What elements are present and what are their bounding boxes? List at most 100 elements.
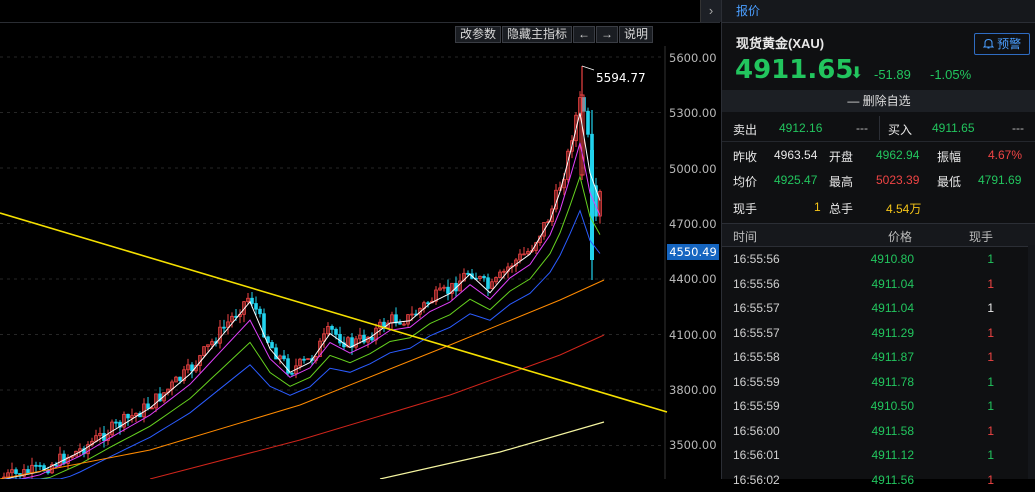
trendline (0, 213, 667, 412)
y-axis-label: 5300.00 (669, 106, 717, 120)
tick-volume: 1 (987, 424, 994, 438)
tick-row: 16:55:564911.041 (722, 272, 1035, 297)
tick-time: 16:55:58 (733, 350, 780, 364)
change-params-button[interactable]: 改参数 (455, 26, 501, 43)
candle-body (427, 303, 430, 304)
tick-volume: 1 (987, 252, 994, 266)
amplitude-label: 振幅 (937, 148, 961, 165)
tick-time: 16:55:57 (733, 326, 780, 340)
y-axis-label: 4700.00 (669, 217, 717, 231)
remove-favorite-label: 删除自选 (863, 94, 911, 108)
open-value: 4962.94 (876, 148, 919, 162)
tick-price: 4911.04 (872, 277, 915, 291)
chart-toolbar: 改参数 隐藏主指标 ← → 说明 (455, 26, 653, 43)
tab-quote[interactable]: 报价 (722, 0, 774, 22)
candle-body (283, 356, 286, 359)
ma250-line (380, 422, 604, 479)
bell-icon (983, 37, 997, 51)
tick-volume: 1 (987, 448, 994, 462)
tick-time: 16:55:59 (733, 375, 780, 389)
ticks-header-price: 价格 (888, 228, 912, 245)
ma5-line (0, 113, 600, 479)
prev-close-value: 4963.54 (774, 148, 817, 162)
low-label: 最低 (937, 173, 961, 190)
y-axis-label: 5600.00 (669, 51, 717, 65)
tick-price: 4911.04 (872, 301, 915, 315)
y-axis-label: 3800.00 (669, 383, 717, 397)
ma10-line (0, 143, 600, 479)
tick-row: 16:55:594910.501 (722, 394, 1035, 419)
buy-price: 4911.65 (932, 121, 975, 135)
candle-body (303, 359, 306, 360)
y-axis-label: 5000.00 (669, 162, 717, 176)
low-value: 4791.69 (978, 173, 1021, 187)
tick-price: 4911.58 (872, 424, 915, 438)
tick-row: 16:55:574911.291 (722, 321, 1035, 346)
open-label: 开盘 (829, 148, 853, 165)
tick-time: 16:55:56 (733, 252, 780, 266)
sell-volume: --- (856, 121, 868, 135)
peak-marker-line (582, 66, 594, 70)
remove-favorite-button[interactable]: — 删除自选 (722, 90, 1035, 112)
avg-label: 均价 (733, 173, 757, 190)
candle-body (255, 304, 258, 310)
help-button[interactable]: 说明 (619, 26, 653, 43)
tick-time: 16:55:57 (733, 301, 780, 315)
next-arrow-button[interactable]: → (596, 26, 618, 43)
alert-button[interactable]: 预警 (974, 33, 1030, 55)
buy-label: 买入 (888, 121, 912, 138)
candle-body (331, 326, 334, 329)
tick-time: 16:55:56 (733, 277, 780, 291)
cur-vol-label: 现手 (733, 200, 757, 217)
candle-body (27, 469, 30, 473)
tick-price: 4911.56 (872, 473, 915, 487)
collapse-panel-button[interactable]: › (700, 0, 721, 22)
chart-top-border (0, 22, 720, 23)
alert-label: 预警 (997, 37, 1021, 51)
y-axis-label: 4100.00 (669, 328, 717, 342)
stats-row-1: 昨收 4963.54 开盘 4962.94 振幅 4.67% (722, 143, 1035, 167)
down-arrow-icon: ⬇ (850, 63, 863, 83)
candle-body (251, 298, 254, 303)
candle-body (399, 323, 402, 324)
y-axis-label: 4400.00 (669, 272, 717, 286)
peak-price-label: 5594.77 (596, 71, 646, 85)
tick-volume: 1 (987, 301, 994, 315)
kline-chart[interactable]: 改参数 隐藏主指标 ← → 说明 › 5600.00 5300.00 5000.… (0, 0, 720, 479)
candle-body (587, 111, 590, 134)
tick-row: 16:55:59 4911.78 1 (722, 370, 1035, 395)
candle-body (335, 329, 338, 334)
tick-row: 16:55:564910.801 (722, 247, 1035, 272)
candle-body (395, 315, 398, 323)
candle-body (371, 337, 374, 340)
prev-arrow-button[interactable]: ← (573, 26, 595, 43)
candle-body (483, 276, 486, 277)
stats-row-3: 现手 1 总手 4.54万 (722, 195, 1035, 219)
tick-time: 16:56:00 (733, 424, 780, 438)
candle-body (115, 422, 118, 423)
tick-price: 4911.78 (872, 375, 915, 389)
candle-body (63, 454, 66, 463)
tick-volume: 1 (987, 375, 994, 389)
last-price: 4911.65 (735, 55, 853, 85)
tick-row: 16:55:57 4911.04 1 (722, 296, 1035, 321)
tick-row: 16:56:00 4911.58 1 (722, 419, 1035, 444)
candle-body (147, 404, 150, 409)
amplitude-value: 4.67% (988, 148, 1022, 162)
tick-volume: 1 (987, 326, 994, 340)
symbol-name: 现货黄金(XAU) (736, 33, 824, 52)
ticks-header: 时间 价格 现手 (722, 223, 1035, 247)
minus-icon: — (847, 94, 862, 108)
y-axis-label: 3500.00 (669, 438, 717, 452)
ticks-scrollbar[interactable] (1028, 245, 1035, 479)
bid-ask-divider (879, 116, 880, 140)
candle-body (15, 470, 18, 474)
tick-row: 16:55:584911.871 (722, 345, 1035, 370)
ticks-header-volume: 现手 (969, 228, 993, 245)
ma30-line (0, 211, 600, 479)
ma20-line (0, 177, 600, 479)
candle-body (259, 309, 262, 314)
high-label: 最高 (829, 173, 853, 190)
hide-main-indicator-button[interactable]: 隐藏主指标 (502, 26, 572, 43)
candle-body (127, 414, 130, 418)
